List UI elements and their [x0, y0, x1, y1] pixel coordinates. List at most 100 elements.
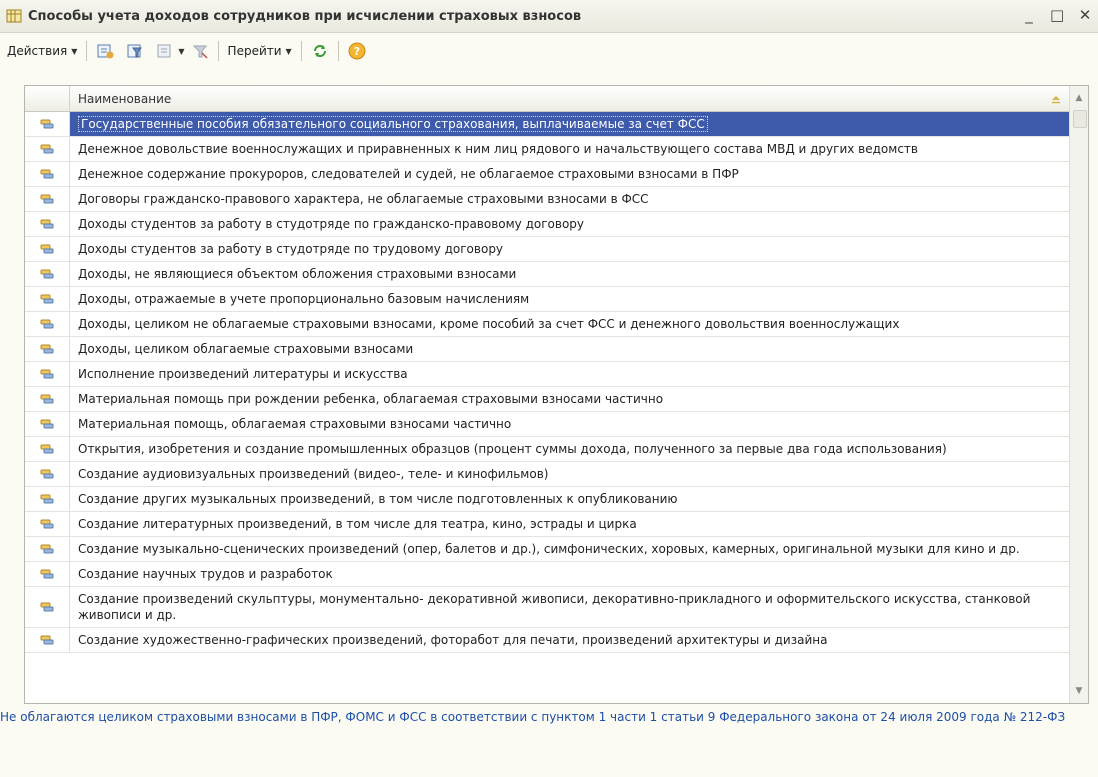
- catalog-item-icon: [25, 362, 70, 386]
- minimize-button[interactable]: _: [1022, 6, 1036, 24]
- table-row[interactable]: Материальная помощь при рождении ребенка…: [25, 387, 1070, 412]
- row-name-text: Создание художественно-графических произ…: [78, 633, 828, 647]
- table-row[interactable]: Договоры гражданско-правового характера,…: [25, 187, 1070, 212]
- table-row[interactable]: Доходы, отражаемые в учете пропорциональ…: [25, 287, 1070, 312]
- row-name-cell: Денежное довольствие военнослужащих и пр…: [70, 137, 1070, 161]
- row-name-cell: Создание музыкально-сценических произвед…: [70, 537, 1070, 561]
- row-name-cell: Доходы, целиком облагаемые страховыми вз…: [70, 337, 1070, 361]
- row-name-cell: Доходы студентов за работу в студотряде …: [70, 237, 1070, 261]
- scroll-down-icon[interactable]: ▼: [1070, 682, 1088, 700]
- row-name-text: Доходы студентов за работу в студотряде …: [78, 217, 585, 231]
- table-row[interactable]: Создание научных трудов и разработок: [25, 562, 1070, 587]
- catalog-item-icon: [25, 212, 70, 236]
- table-row[interactable]: Создание других музыкальных произведений…: [25, 487, 1070, 512]
- refresh-icon: [313, 45, 326, 57]
- row-name-cell: Создание других музыкальных произведений…: [70, 487, 1070, 511]
- catalog-item-icon: [25, 237, 70, 261]
- help-icon: ?: [348, 42, 366, 60]
- table-row[interactable]: Материальная помощь, облагаемая страховы…: [25, 412, 1070, 437]
- catalog-item-icon: [25, 287, 70, 311]
- row-name-text: Денежное довольствие военнослужащих и пр…: [78, 142, 918, 156]
- add-button[interactable]: [93, 39, 123, 63]
- catalog-item-icon: [25, 187, 70, 211]
- catalog-item-icon: [25, 412, 70, 436]
- chevron-down-icon: ▼: [285, 46, 292, 56]
- scroll-thumb[interactable]: [1073, 110, 1087, 128]
- row-name-text: Доходы, целиком облагаемые страховыми вз…: [78, 342, 414, 356]
- catalog-item-icon: [25, 387, 70, 411]
- clear-filter-button[interactable]: [188, 39, 212, 63]
- table-row[interactable]: Создание аудиовизуальных произведений (в…: [25, 462, 1070, 487]
- chevron-down-icon: ▼: [178, 46, 185, 56]
- close-button[interactable]: ✕: [1078, 6, 1092, 24]
- row-name-text: Создание произведений скульптуры, монуме…: [78, 592, 1031, 622]
- row-name-cell: Доходы студентов за работу в студотряде …: [70, 212, 1070, 236]
- row-name-cell: Открытия, изобретения и создание промышл…: [70, 437, 1070, 461]
- catalog-item-icon: [25, 537, 70, 561]
- row-name-cell: Доходы, целиком не облагаемые страховыми…: [70, 312, 1070, 336]
- icon-column-header: [25, 86, 70, 111]
- row-name-cell: Создание научных трудов и разработок: [70, 562, 1070, 586]
- catalog-table: Наименование Государственные пособия обя…: [24, 85, 1089, 704]
- row-name-text: Создание литературных произведений, в то…: [78, 517, 637, 531]
- table-row[interactable]: Денежное содержание прокуроров, следоват…: [25, 162, 1070, 187]
- actions-menu-label: Действия: [7, 44, 68, 58]
- table-row[interactable]: Открытия, изобретения и создание промышл…: [25, 437, 1070, 462]
- table-row[interactable]: Доходы, целиком не облагаемые страховыми…: [25, 312, 1070, 337]
- catalog-item-icon: [25, 337, 70, 361]
- row-name-text: Материальная помощь при рождении ребенка…: [78, 392, 664, 406]
- table-row[interactable]: Доходы студентов за работу в студотряде …: [25, 212, 1070, 237]
- row-name-text: Открытия, изобретения и создание промышл…: [78, 442, 947, 456]
- table-row[interactable]: Доходы, целиком облагаемые страховыми вз…: [25, 337, 1070, 362]
- column-header-label: Наименование: [78, 91, 172, 106]
- row-name-cell: Денежное содержание прокуроров, следоват…: [70, 162, 1070, 186]
- row-name-text: Материальная помощь, облагаемая страховы…: [78, 417, 512, 431]
- catalog-item-icon: [25, 137, 70, 161]
- filter-icon: [127, 44, 143, 58]
- goto-menu-label: Перейти: [227, 44, 282, 58]
- row-name-cell: Создание произведений скульптуры, монуме…: [70, 587, 1070, 627]
- table-row[interactable]: Создание произведений скульптуры, монуме…: [25, 587, 1070, 628]
- row-name-text: Договоры гражданско-правового характера,…: [78, 192, 649, 206]
- catalog-icon: [6, 9, 22, 23]
- refresh-button[interactable]: [308, 39, 332, 63]
- table-row[interactable]: Создание художественно-графических произ…: [25, 628, 1070, 653]
- row-name-text: Создание музыкально-сценических произвед…: [78, 542, 1020, 556]
- table-row[interactable]: Государственные пособия обязательного со…: [25, 112, 1070, 137]
- row-name-text: Государственные пособия обязательного со…: [78, 116, 708, 132]
- table-row[interactable]: Денежное довольствие военнослужащих и пр…: [25, 137, 1070, 162]
- row-name-cell: Создание художественно-графических произ…: [70, 628, 1070, 652]
- vertical-scrollbar[interactable]: ▲ ▼: [1069, 86, 1088, 703]
- help-button[interactable]: ?: [345, 39, 369, 63]
- column-header-name[interactable]: Наименование: [70, 86, 1088, 111]
- catalog-item-icon: [25, 628, 70, 652]
- table-row[interactable]: Исполнение произведений литературы и иск…: [25, 362, 1070, 387]
- catalog-item-icon: [25, 162, 70, 186]
- scroll-up-icon[interactable]: ▲: [1070, 89, 1088, 107]
- row-name-text: Исполнение произведений литературы и иск…: [78, 367, 408, 381]
- catalog-item-icon: [25, 312, 70, 336]
- row-name-text: Создание научных трудов и разработок: [78, 567, 333, 581]
- filter-list-button[interactable]: ▼: [153, 39, 187, 63]
- catalog-item-icon: [25, 512, 70, 536]
- toolbar-separator: [86, 41, 88, 61]
- toolbar-separator: [217, 41, 219, 61]
- table-row[interactable]: Создание музыкально-сценических произвед…: [25, 537, 1070, 562]
- row-name-cell: Доходы, не являющиеся объектом обложения…: [70, 262, 1070, 286]
- table-row[interactable]: Создание литературных произведений, в то…: [25, 512, 1070, 537]
- table-row[interactable]: Доходы, не являющиеся объектом обложения…: [25, 262, 1070, 287]
- catalog-item-icon: [25, 587, 70, 627]
- row-name-text: Доходы, не являющиеся объектом обложения…: [78, 267, 517, 281]
- filter-button[interactable]: [123, 39, 153, 63]
- window-title-bar[interactable]: Способы учета доходов сотрудников при ис…: [0, 0, 1098, 33]
- row-name-text: Создание аудиовизуальных произведений (в…: [78, 467, 549, 481]
- catalog-item-icon: [25, 112, 70, 136]
- catalog-item-icon: [25, 462, 70, 486]
- row-name-cell: Исполнение произведений литературы и иск…: [70, 362, 1070, 386]
- toolbar: Действия ▼ ▼ Перейти ▼ ?: [0, 33, 1098, 69]
- maximize-button[interactable]: □: [1050, 6, 1064, 24]
- actions-menu-button[interactable]: Действия ▼: [4, 39, 80, 63]
- goto-menu-button[interactable]: Перейти ▼: [225, 39, 295, 63]
- table-row[interactable]: Доходы студентов за работу в студотряде …: [25, 237, 1070, 262]
- catalog-item-icon: [25, 487, 70, 511]
